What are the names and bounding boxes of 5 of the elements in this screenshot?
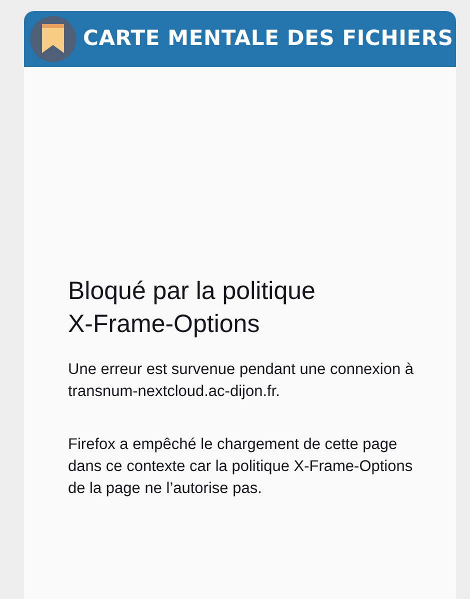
header-title: CARTE MENTALE DES FICHIERS — [83, 25, 454, 52]
error-message: Firefox a empêché le chargement de cette page dans ce contexte car la politique X-Frame-Options de la page ne l’autorise pas. — [68, 435, 414, 499]
error-title: Bloqué par la politique X-Frame-Options — [68, 276, 316, 340]
error-message: Une erreur est survenue pendant une connexion à transnum-nextcloud.ac-dijon.fr. — [68, 360, 415, 402]
bookmark-icon — [30, 16, 76, 62]
